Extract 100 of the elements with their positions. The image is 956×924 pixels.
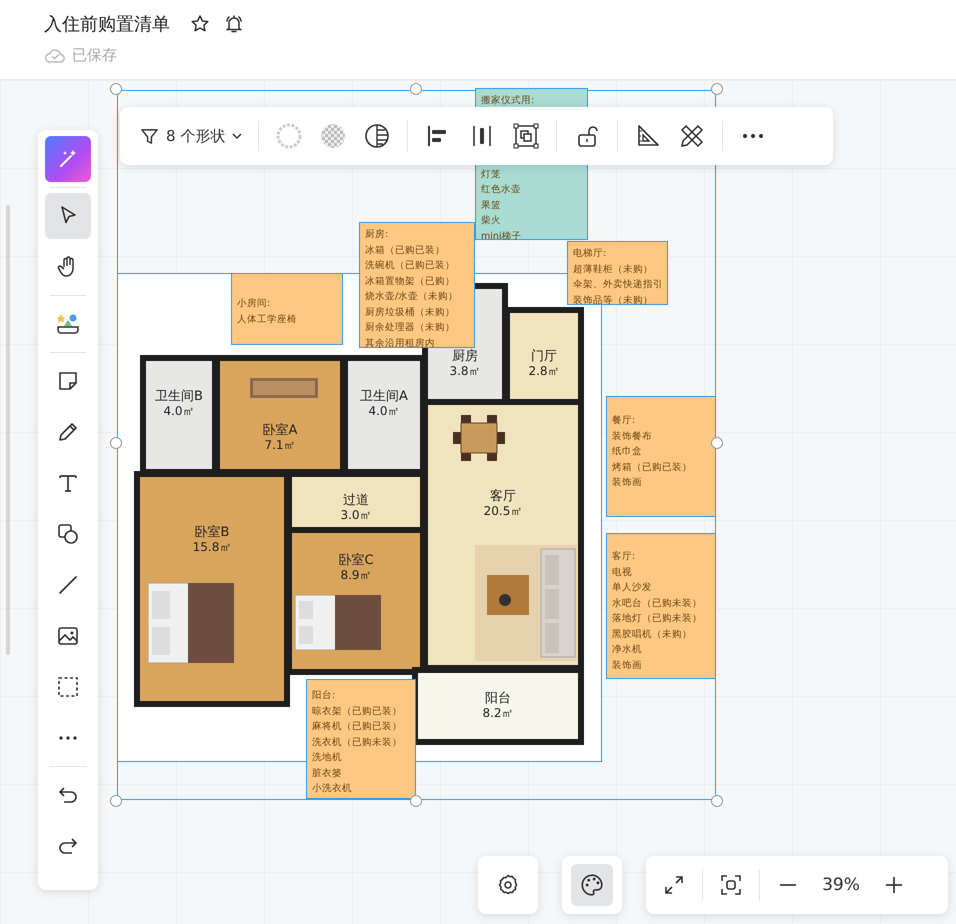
sticky-note[interactable]: 餐厅: 装饰餐布 纸巾盒 烤箱（已购已装） 装饰画 — [606, 396, 716, 517]
note-line: 小房间: — [237, 297, 272, 311]
note-line: 客厅: — [612, 550, 636, 564]
note-line: 装饰画 — [612, 658, 643, 672]
document-title: 入住前购置清单 — [44, 13, 170, 36]
room-name: 卧室A — [262, 423, 298, 438]
note-line: 厨房垃圾桶（未购） — [365, 306, 456, 320]
note-line: 电梯厅: — [573, 247, 608, 261]
note-line: 超薄鞋柜（未购） — [573, 262, 654, 276]
settings-icon — [496, 873, 520, 897]
room-name: 卧室B — [194, 525, 230, 540]
zoom-level: 39% — [821, 875, 861, 895]
note-line: 伞架、外卖快递指引 — [573, 278, 664, 292]
note-line: 晾衣架（已购已装） — [312, 704, 403, 718]
note-line: 装饰品等（未购） — [573, 294, 654, 308]
sticky-note[interactable]: 阳台: 晾衣架（已购已装） 麻将机（已购已装） 洗衣机（已购未装） 洗地机 脏衣篓 小洗衣机 — [306, 679, 416, 799]
note-line: 红色水壶 — [481, 183, 522, 197]
star-icon[interactable] — [190, 14, 210, 34]
room-size: 2.8㎡ — [528, 364, 560, 379]
room-size: 3.0㎡ — [340, 508, 372, 523]
scrollbar[interactable] — [6, 205, 10, 655]
shape-filter-button[interactable]: 8 个形状 — [140, 126, 242, 146]
note-line: 柴火 — [481, 214, 502, 228]
note-line: 洗衣机（已购未装） — [312, 736, 403, 750]
note-line: 烧水壶/水壶（未购） — [365, 290, 460, 304]
note-line: 厨房: — [365, 228, 390, 242]
note-line: mini梯子 — [481, 230, 523, 244]
note-line: 餐厅: — [612, 414, 636, 428]
bell-icon[interactable] — [224, 14, 244, 34]
sticky-note[interactable]: 电梯厅: 超薄鞋柜（未购） 伞架、外卖快递指引 装饰品等（未购） — [567, 241, 668, 305]
group-icon[interactable] — [512, 122, 540, 150]
dashed-frame-icon — [56, 675, 80, 699]
note-line: 洗地机 — [312, 751, 343, 765]
room-size: 20.5㎡ — [484, 504, 522, 519]
note-line: 单人沙发 — [612, 581, 653, 595]
ai-tool-button[interactable] — [45, 136, 91, 182]
note-line: 脏衣篓 — [312, 766, 343, 780]
sticky-note-icon — [56, 369, 80, 393]
room-size: 3.8㎡ — [449, 364, 481, 379]
dining-table-drawing — [453, 415, 505, 461]
note-line: 洗碗机（已购已装） — [365, 259, 456, 273]
note-line: 人体工学座椅 — [237, 312, 298, 326]
room-name: 卫生间B — [155, 389, 203, 404]
note-line: 阳台: — [312, 689, 336, 703]
room-size: 7.1㎡ — [264, 438, 296, 453]
room-size: 15.8㎡ — [192, 540, 232, 555]
room-name: 过道 — [343, 493, 369, 508]
note-line: 冰箱置物架（已购） — [365, 274, 456, 288]
note-line: 电视 — [612, 566, 633, 580]
note-line: 水吧台（已购未装） — [612, 596, 703, 610]
resize-handle[interactable] — [410, 83, 422, 95]
resize-handle[interactable] — [110, 795, 122, 807]
more-icon — [59, 736, 77, 740]
shapes-icon — [56, 522, 80, 546]
note-line: 小洗衣机 — [312, 782, 353, 796]
cloud-check-icon — [44, 47, 66, 64]
sticky-note[interactable]: 客厅: 电视 单人沙发 水吧台（已购未装） 落地灯（已购未装） 黑胶唱机（未购） 净水机 装饰画 — [606, 533, 716, 679]
room-name: 厨房 — [452, 349, 478, 364]
room-name: 卧室C — [338, 553, 374, 568]
note-line: 装饰餐布 — [612, 430, 653, 444]
note-line: 其余沿用租房内 — [365, 336, 436, 350]
resize-handle[interactable] — [410, 795, 422, 807]
save-status: 已保存 — [72, 46, 117, 65]
resize-handle[interactable] — [711, 83, 723, 95]
filter-icon — [140, 126, 159, 146]
note-line: 净水机 — [612, 643, 643, 657]
sticky-note[interactable]: 小房间: 人体工学座椅 — [231, 273, 343, 345]
room-size: 8.9㎡ — [340, 568, 372, 583]
chevron-down-icon — [232, 133, 242, 139]
note-line: 搬家仪式用: — [481, 94, 536, 108]
theme-button[interactable] — [562, 856, 622, 914]
sticky-note[interactable]: 厨房: 冰箱（已购已装） 洗碗机（已购已装） 冰箱置物架（已购） 烧水壶/水壶（未购） 厨房垃圾桶（未购） 厨余处理器（未购） 其余沿用租房内 — [359, 222, 475, 348]
note-line: 灯笼 — [481, 168, 502, 182]
note-line: 黑胶唱机（未购） — [612, 628, 693, 642]
line-icon — [56, 573, 80, 597]
resize-handle[interactable] — [110, 83, 122, 95]
room-size: 4.0㎡ — [368, 404, 400, 419]
note-line: 厨余处理器（未购） — [365, 321, 456, 335]
room-size: 8.2㎡ — [482, 706, 514, 721]
room-name: 卫生间A — [360, 389, 408, 404]
select-tool-button[interactable] — [45, 193, 91, 239]
resize-handle[interactable] — [711, 795, 723, 807]
room-name: 阳台 — [485, 691, 511, 706]
headboard-drawing — [250, 378, 318, 398]
resize-handle[interactable] — [711, 437, 723, 449]
note-line: 麻将机（已购已装） — [312, 720, 403, 734]
settings-button[interactable] — [478, 856, 538, 914]
note-line: 落地灯（已购未装） — [612, 612, 703, 626]
fit-screen-icon[interactable] — [719, 873, 743, 897]
note-line: 装饰画 — [612, 476, 643, 490]
note-line: 果篮 — [481, 198, 502, 212]
note-line: 冰箱（已购已装） — [365, 244, 446, 258]
palette-icon — [571, 864, 613, 906]
room-name: 客厅 — [490, 489, 516, 504]
room-size: 4.0㎡ — [163, 404, 195, 419]
opacity-icon[interactable] — [363, 122, 392, 150]
note-line: 烤箱（已购已装） — [612, 460, 693, 474]
note-line: 纸巾盒 — [612, 445, 643, 459]
fullscreen-icon[interactable] — [662, 873, 686, 897]
resize-handle[interactable] — [110, 437, 122, 449]
